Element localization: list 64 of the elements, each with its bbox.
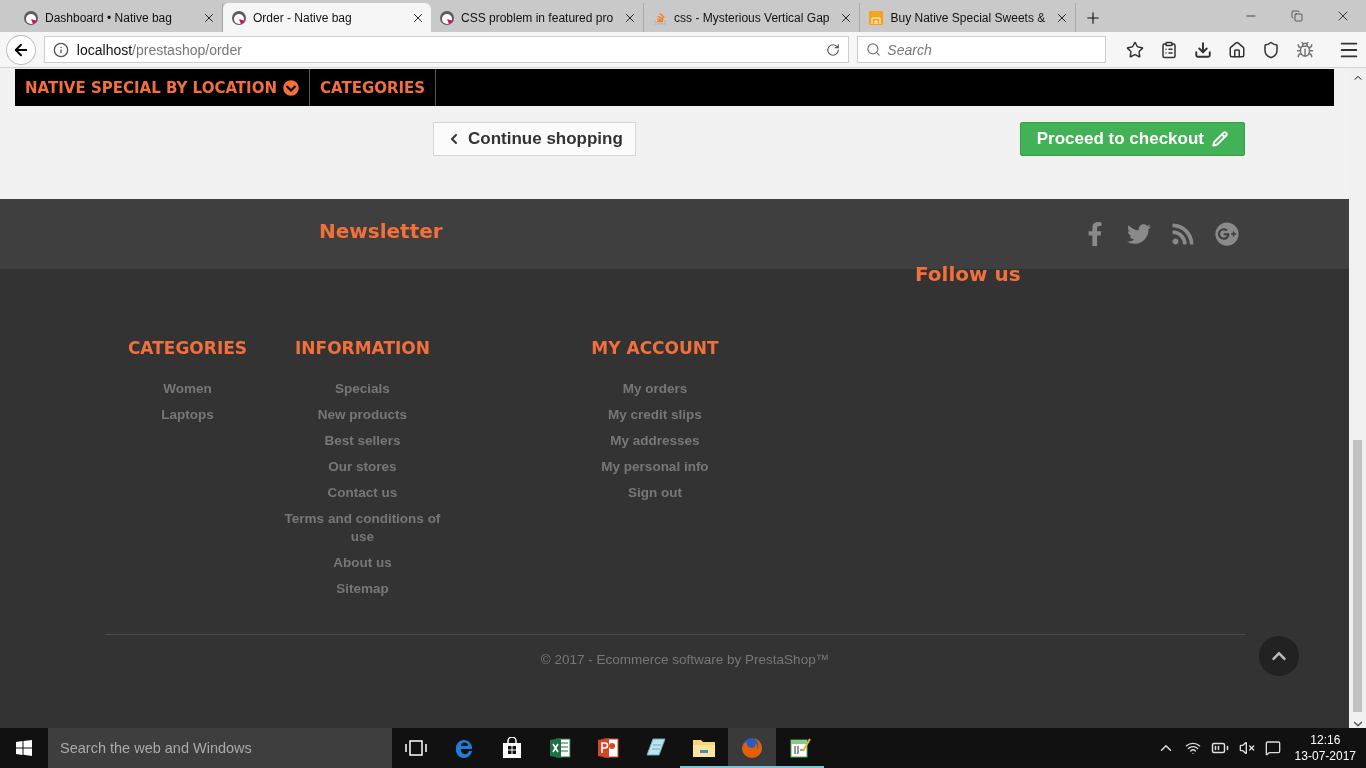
edge-icon[interactable] — [453, 737, 475, 759]
footer-link[interactable]: Laptops — [161, 406, 214, 424]
search-field[interactable]: Search — [857, 36, 1106, 63]
menu-item[interactable]: NATIVE SPECIAL BY LOCATION — [15, 69, 310, 106]
slides-icon[interactable] — [597, 737, 619, 759]
google-plus-icon[interactable] — [1215, 222, 1239, 246]
taskbar-search-field[interactable]: Search the web and Windows — [48, 728, 392, 768]
restore-icon[interactable] — [1291, 10, 1303, 22]
puffin-icon — [439, 9, 455, 26]
store-icon[interactable] — [502, 737, 522, 759]
footer-link[interactable]: Sitemap — [336, 580, 389, 598]
windows-logo-icon — [16, 740, 32, 756]
info-icon[interactable] — [52, 41, 69, 58]
twitter-icon[interactable] — [1127, 222, 1151, 246]
puffin-icon — [23, 9, 39, 26]
search-icon — [866, 42, 882, 57]
footer-link[interactable]: My addresses — [610, 432, 700, 450]
task-view-icon[interactable] — [405, 740, 427, 756]
wifi-icon[interactable] — [1184, 740, 1201, 756]
notepad-icon[interactable] — [645, 737, 667, 759]
follow-heading: Follow us — [915, 262, 1021, 286]
firefox-icon[interactable] — [740, 736, 764, 760]
browser-tab[interactable]: Order - Native bag — [223, 3, 431, 32]
menu-item[interactable]: CATEGORIES — [309, 69, 437, 106]
reading-list-icon[interactable] — [1160, 40, 1178, 59]
back-button[interactable] — [6, 34, 36, 65]
castle-icon — [868, 9, 885, 26]
footer-link[interactable]: My orders — [622, 380, 688, 398]
footer-link[interactable]: Sign out — [628, 484, 682, 502]
checkout-button[interactable]: Proceed to checkout — [1019, 122, 1245, 156]
footer-link[interactable]: Our stores — [328, 458, 397, 476]
address-field[interactable]: localhost/prestashop/order — [43, 36, 850, 63]
footer-link[interactable]: About us — [333, 554, 392, 572]
puffin-icon — [231, 9, 247, 26]
footer-link[interactable]: Specials — [335, 380, 390, 398]
footer-link[interactable]: New products — [317, 406, 408, 424]
footer-link[interactable]: Terms and conditions of use — [280, 510, 445, 546]
rss-icon[interactable] — [1171, 222, 1195, 246]
copyright-text: © 2017 - Ecommerce software by PrestaShop™ — [540, 652, 830, 667]
back-to-top-button[interactable] — [1259, 636, 1299, 676]
spreadsheet-icon[interactable] — [549, 737, 571, 759]
footer-heading: MY ACCOUNT — [591, 338, 719, 358]
footer-heading: INFORMATION — [294, 338, 431, 358]
mute-icon[interactable] — [1238, 740, 1255, 756]
scrollbar-thumb[interactable] — [1353, 439, 1362, 713]
footer-link[interactable]: My credit slips — [608, 406, 702, 424]
home-icon[interactable] — [1228, 40, 1246, 59]
footer-heading: CATEGORIES — [127, 338, 248, 358]
pencil-icon — [1212, 131, 1228, 147]
footer-link[interactable]: Best sellers — [324, 432, 401, 450]
folder-icon[interactable] — [692, 738, 716, 758]
continue-shopping-button[interactable]: Continue shopping — [433, 122, 636, 156]
footer-link[interactable]: My personal info — [601, 458, 709, 476]
scroll-down-icon[interactable] — [1352, 720, 1363, 728]
footer-link[interactable]: Contact us — [327, 484, 398, 502]
text-editor-icon[interactable] — [789, 737, 811, 759]
bug-icon[interactable] — [1296, 40, 1314, 59]
clock[interactable]: 12:16 13-07-2017 — [1294, 732, 1356, 764]
star-icon[interactable] — [1126, 40, 1144, 59]
reload-icon[interactable] — [826, 42, 841, 57]
download-icon[interactable] — [1194, 40, 1212, 59]
newsletter-heading: Newsletter — [319, 219, 443, 243]
notification-icon[interactable] — [1264, 740, 1281, 756]
footer-link[interactable]: Women — [163, 380, 212, 398]
